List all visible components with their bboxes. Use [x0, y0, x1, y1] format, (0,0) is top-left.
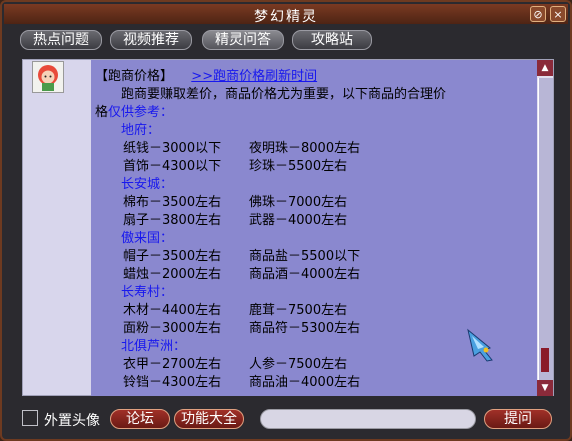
for-reference-label: 仅供参考：	[108, 105, 174, 120]
ask-input[interactable]	[260, 409, 476, 429]
external-avatar-checkbox[interactable]	[22, 410, 38, 426]
scrollbar-track[interactable]	[538, 78, 553, 380]
title-bar[interactable]: 梦幻精灵 ⊘ ×	[4, 4, 568, 25]
price-item: 衣甲－2700左右	[123, 357, 222, 372]
price-item: 佛珠－7000左右	[249, 195, 348, 210]
help-icon[interactable]: ⊘	[530, 6, 546, 22]
region-name: 傲来国：	[121, 231, 174, 246]
scroll-up-icon[interactable]: ▲	[537, 60, 553, 76]
cursor-icon	[466, 328, 496, 362]
price-row: 帽子－3500左右 商品盐－5500以下	[95, 248, 535, 266]
tab-hot-questions[interactable]: 热点问题	[20, 30, 102, 50]
scroll-down-icon[interactable]: ▼	[537, 380, 553, 396]
bottom-bar: 外置头像 论坛 功能大全 提问	[2, 408, 572, 432]
tab-sprite-qa[interactable]: 精灵问答	[202, 30, 284, 50]
price-item: 首饰－4300以下	[123, 159, 222, 174]
price-row: 蜡烛－2000左右 商品酒－4000左右	[95, 266, 535, 284]
price-item: 人参－7500左右	[249, 357, 348, 372]
price-item: 商品油－4000左右	[249, 375, 361, 390]
price-item: 面粉－3000左右	[123, 321, 222, 336]
answer-heading-row: 【跑商价格】 >>跑商价格刷新时间	[95, 68, 535, 86]
price-item: 蜡烛－2000左右	[123, 267, 222, 282]
answer-heading: 【跑商价格】	[95, 69, 174, 84]
price-item: 纸钱－3000以下	[123, 141, 222, 156]
functions-button[interactable]: 功能大全	[174, 409, 244, 429]
region-name: 长安城：	[121, 177, 174, 192]
scrollbar-thumb[interactable]	[541, 348, 549, 372]
close-icon[interactable]: ×	[550, 6, 566, 22]
ask-button[interactable]: 提问	[484, 409, 552, 429]
price-row: 棉布－3500左右 佛珠－7000左右	[95, 194, 535, 212]
price-row: 纸钱－3000以下 夜明珠－8000左右	[95, 140, 535, 158]
price-item: 鹿茸－7500左右	[249, 303, 348, 318]
price-item: 夜明珠－8000左右	[249, 141, 361, 156]
sprite-avatar	[32, 61, 64, 93]
refresh-time-link[interactable]: >>跑商价格刷新时间	[191, 69, 317, 84]
price-item: 商品酒－4000左右	[249, 267, 361, 282]
price-item: 扇子－3800左右	[123, 213, 222, 228]
price-item: 武器－4000左右	[249, 213, 348, 228]
price-item: 棉布－3500左右	[123, 195, 222, 210]
tab-strategy-site[interactable]: 攻略站	[292, 30, 372, 50]
forum-button[interactable]: 论坛	[110, 409, 170, 429]
price-row: 扇子－3800左右 武器－4000左右	[95, 212, 535, 230]
window-title: 梦幻精灵	[254, 9, 318, 25]
vertical-scrollbar[interactable]: ▲ ▼	[537, 60, 553, 396]
price-row: 木材－4400左右 鹿茸－7500左右	[95, 302, 535, 320]
tab-video-recommend[interactable]: 视频推荐	[110, 30, 192, 50]
price-item: 木材－4400左右	[123, 303, 222, 318]
intro-line-1: 跑商要赚取差价，商品价格尤为重要，以下商品的合理价	[121, 87, 447, 102]
intro-line-2: 格仅供参考：	[95, 105, 174, 120]
price-item: 商品符－5300左右	[249, 321, 361, 336]
price-row: 首饰－4300以下 珍珠－5500左右	[95, 158, 535, 176]
answer-area: 【跑商价格】 >>跑商价格刷新时间 跑商要赚取差价，商品价格尤为重要，以下商品的…	[22, 59, 554, 396]
price-item: 商品盐－5500以下	[249, 249, 361, 264]
price-item: 铃铛－4300左右	[123, 375, 222, 390]
external-avatar-label: 外置头像	[44, 413, 100, 429]
region-name: 长寿村：	[121, 285, 174, 300]
price-row: 铃铛－4300左右 商品油－4000左右	[95, 374, 535, 392]
window: 梦幻精灵 ⊘ × 热点问题 视频推荐 精灵问答 攻略站 【跑商价格】 >>跑商价…	[0, 0, 572, 441]
price-item: 珍珠－5500左右	[249, 159, 348, 174]
region-name: 地府：	[121, 123, 161, 138]
price-item: 帽子－3500左右	[123, 249, 222, 264]
